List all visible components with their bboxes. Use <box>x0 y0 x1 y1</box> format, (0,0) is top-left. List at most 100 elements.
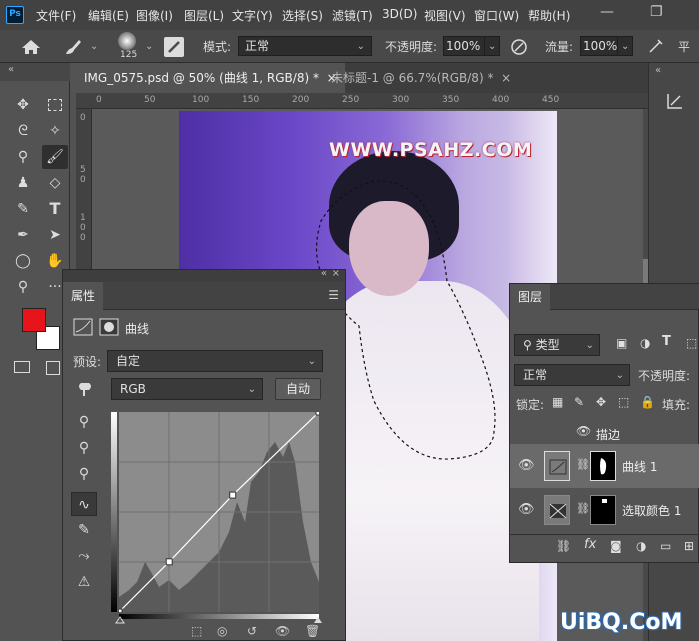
properties-panel-icon[interactable] <box>665 91 685 111</box>
menu-filter[interactable]: 滤镜(T) <box>332 7 373 24</box>
maximize-icon[interactable]: ❐ <box>650 4 663 20</box>
gray-point-eyedropper-icon[interactable]: ⚲ <box>71 436 97 460</box>
view-previous-icon[interactable]: ◎ <box>217 624 227 638</box>
filter-adjustment-icon[interactable]: ◑ <box>640 336 650 350</box>
opacity-input[interactable]: 100% <box>443 36 485 56</box>
add-style-icon[interactable]: fx <box>584 537 596 552</box>
panel-menu-icon[interactable]: ☰ <box>328 288 339 302</box>
channel-select[interactable]: RGB ⌄ <box>111 378 263 400</box>
foreground-color-swatch[interactable] <box>22 308 46 332</box>
menu-window[interactable]: 窗口(W) <box>474 7 519 24</box>
panel-grip[interactable]: «× <box>63 268 345 282</box>
mask-link-icon[interactable]: ⛓ <box>576 458 590 471</box>
black-point-eyedropper-icon[interactable]: ⚲ <box>71 410 97 434</box>
layer-name[interactable]: 曲线 1 <box>622 458 657 475</box>
home-icon[interactable] <box>20 38 42 56</box>
curve-control-point[interactable] <box>119 608 123 612</box>
visibility-icon[interactable]: 👁 <box>275 624 290 638</box>
mask-thumb[interactable] <box>590 495 616 525</box>
new-layer-icon[interactable]: ⊞ <box>684 539 694 553</box>
layer-visibility-icon[interactable]: 👁 <box>518 458 535 473</box>
eyedropper-icon[interactable]: ⚲ <box>10 145 36 169</box>
menu-image[interactable]: 图像(I) <box>136 7 173 24</box>
filter-pixel-icon[interactable]: ▣ <box>616 336 627 350</box>
eraser-icon[interactable]: ◇ <box>42 171 68 195</box>
effect-visibility-icon[interactable]: 👁 <box>576 424 591 438</box>
minimize-icon[interactable]: — <box>600 4 614 20</box>
airbrush-icon[interactable] <box>648 38 664 56</box>
layer-filter-select[interactable]: ⚲ 类型 ⌄ <box>514 334 600 356</box>
lock-pixels-icon[interactable]: ✎ <box>574 395 584 409</box>
pressure-opacity-icon[interactable] <box>510 38 528 56</box>
type-icon[interactable]: T <box>42 197 68 221</box>
menu-edit[interactable]: 编辑(E) <box>88 7 129 24</box>
screen-mode-icon[interactable] <box>46 361 60 375</box>
menu-layer[interactable]: 图层(L) <box>184 7 224 24</box>
lock-transparent-icon[interactable]: ▦ <box>552 395 563 409</box>
new-group-icon[interactable]: ▭ <box>660 539 671 553</box>
link-layers-icon[interactable]: ⛓ <box>556 539 571 553</box>
zoom-icon[interactable]: ⚲ <box>10 275 36 299</box>
lock-all-icon[interactable]: 🔒 <box>640 395 655 409</box>
brush-preset-icon[interactable] <box>62 37 84 57</box>
brush-panel-toggle-icon[interactable] <box>164 37 184 57</box>
path-select-icon[interactable]: ➤ <box>42 223 68 247</box>
tab-untitled[interactable]: 未标题-1 @ 66.7%(RGB/8) * × <box>323 63 519 93</box>
pen-icon[interactable]: ✒ <box>10 223 36 247</box>
menu-type[interactable]: 文字(Y) <box>232 7 273 24</box>
curve-point-tool-icon[interactable]: ∿ <box>71 492 97 516</box>
stamp-icon[interactable]: ♟ <box>10 171 36 195</box>
menu-view[interactable]: 视图(V) <box>424 7 466 24</box>
curves-graph[interactable] <box>119 412 319 612</box>
collapse-icon[interactable]: « <box>8 64 14 75</box>
marquee-icon[interactable] <box>42 93 68 117</box>
filter-shape-icon[interactable]: ⬚ <box>686 336 697 350</box>
clipping-warning-icon[interactable]: ⚠ <box>71 570 97 594</box>
mask-thumb[interactable] <box>590 451 616 481</box>
quick-mask-icon[interactable] <box>14 361 30 373</box>
lasso-icon[interactable]: ᘓ <box>10 119 36 143</box>
tab-img0575[interactable]: IMG_0575.psd @ 50% (曲线 1, RGB/8) * × <box>76 63 345 93</box>
flow-input[interactable]: 100% <box>580 36 618 56</box>
history-brush-icon[interactable]: ✎ <box>10 197 36 221</box>
curve-control-point[interactable] <box>315 412 319 416</box>
on-image-adjust-icon[interactable] <box>75 380 97 398</box>
brush-icon[interactable]: 🖌 <box>42 145 68 169</box>
tab-properties[interactable]: 属性 <box>63 282 104 310</box>
menu-select[interactable]: 选择(S) <box>282 7 323 24</box>
close-icon[interactable]: × <box>332 268 340 279</box>
collapse-icon[interactable]: « <box>655 65 661 76</box>
move-icon[interactable]: ✥ <box>10 93 36 117</box>
delete-icon[interactable]: 🗑 <box>305 624 320 638</box>
mask-link-icon[interactable]: ⛓ <box>576 502 590 515</box>
lock-position-icon[interactable]: ✥ <box>596 395 606 409</box>
mode-select[interactable]: 正常 ⌄ <box>238 36 372 56</box>
reset-icon[interactable]: ↺ <box>247 624 257 638</box>
blend-mode-select[interactable]: 正常 ⌄ <box>514 364 630 386</box>
auto-button[interactable]: 自动 <box>275 378 321 400</box>
opacity-dropdown[interactable]: ⌄ <box>484 36 500 56</box>
menu-3d[interactable]: 3D(D) <box>382 7 417 21</box>
clip-to-layer-icon[interactable]: ⬚ <box>191 624 202 638</box>
collapse-icon[interactable]: « <box>321 268 327 279</box>
layer-mask-icon[interactable] <box>99 318 119 336</box>
layer-visibility-icon[interactable]: 👁 <box>518 502 535 517</box>
flow-dropdown[interactable]: ⌄ <box>617 36 633 56</box>
close-icon[interactable]: × <box>501 71 511 85</box>
menu-file[interactable]: 文件(F) <box>36 7 76 24</box>
layer-name[interactable]: 选取颜色 1 <box>622 502 681 519</box>
chevron-down-icon[interactable]: ⌄ <box>90 41 98 52</box>
ellipse-icon[interactable]: ◯ <box>10 249 36 273</box>
smooth-curve-icon[interactable]: ⤳ <box>71 544 97 568</box>
layer-row-selective-color[interactable]: 👁 ⛓ 选取颜色 1 <box>510 488 699 532</box>
layer-row-curves[interactable]: 👁 ⛓ 曲线 1 <box>510 444 699 488</box>
preset-select[interactable]: 自定 ⌄ <box>107 350 323 372</box>
menu-help[interactable]: 帮助(H) <box>528 7 570 24</box>
tab-layers[interactable]: 图层 <box>510 284 551 310</box>
curve-control-point[interactable] <box>229 491 237 499</box>
filter-type-icon[interactable]: T <box>662 334 671 349</box>
chevron-down-icon[interactable]: ⌄ <box>145 41 153 52</box>
pencil-draw-icon[interactable]: ✎ <box>71 518 97 542</box>
new-adjustment-icon[interactable]: ◑ <box>636 539 646 553</box>
magic-wand-icon[interactable]: ✧ <box>42 119 68 143</box>
